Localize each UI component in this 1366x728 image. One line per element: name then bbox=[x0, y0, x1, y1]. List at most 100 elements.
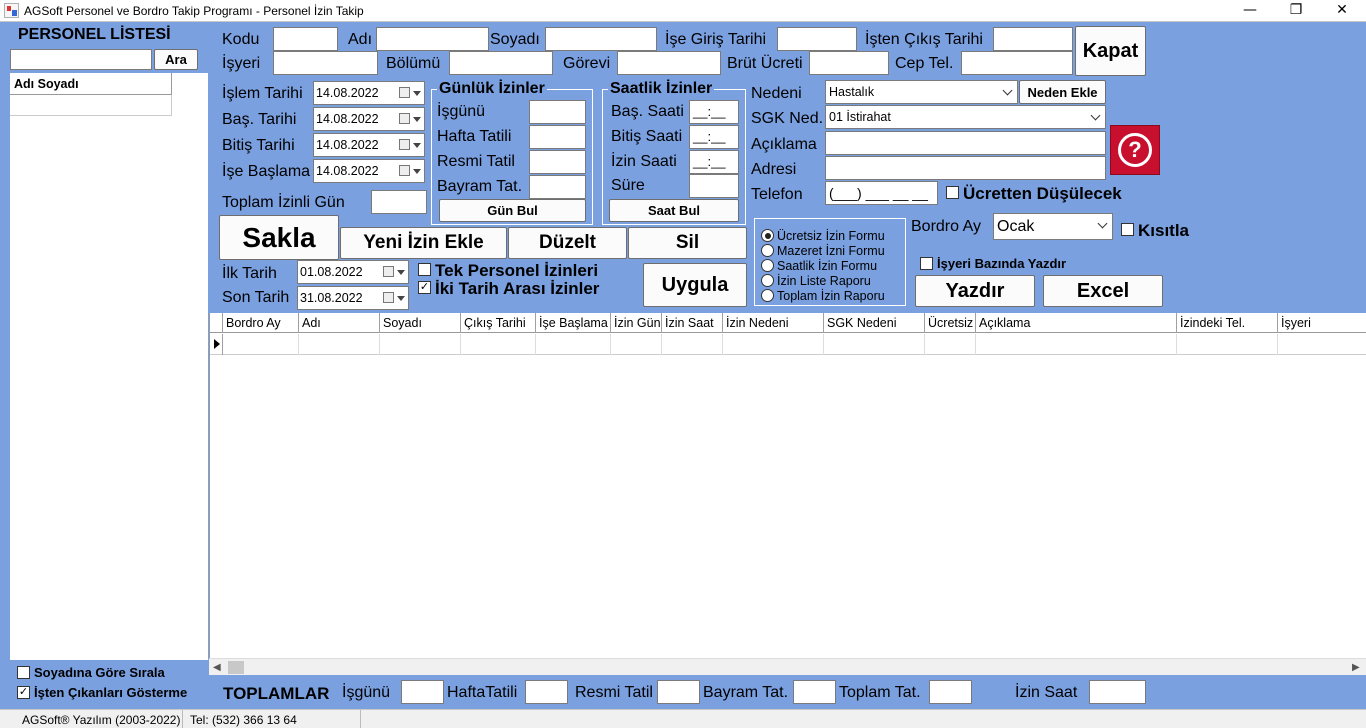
grid-col-header[interactable]: Çıkış Tarihi bbox=[461, 313, 536, 333]
yeni-izin-button[interactable]: Yeni İzin Ekle bbox=[340, 227, 507, 259]
cell-divider bbox=[975, 334, 976, 355]
sort-surname-checkbox[interactable] bbox=[17, 666, 30, 679]
bordro-ay-select[interactable]: Ocak bbox=[993, 213, 1113, 240]
tek-personel-checkbox[interactable] bbox=[418, 263, 431, 276]
grid-col-header[interactable]: İzindeki Tel. bbox=[1177, 313, 1278, 333]
izin-saati-input[interactable]: __:__ bbox=[689, 150, 739, 174]
list-item[interactable] bbox=[10, 95, 172, 116]
list-header-name[interactable]: Adı Soyadı bbox=[10, 73, 172, 95]
scroll-left-icon[interactable]: ◀ bbox=[213, 662, 221, 673]
iki-tarih-checkbox[interactable]: ✓ bbox=[418, 281, 431, 294]
close-button[interactable]: ✕ bbox=[1319, 0, 1365, 22]
help-button[interactable]: ? bbox=[1110, 125, 1160, 175]
radio-ucretsiz-izin[interactable] bbox=[761, 229, 774, 242]
son-tarih-picker[interactable]: 31.08.2022 bbox=[297, 286, 409, 310]
kapat-button[interactable]: Kapat bbox=[1075, 26, 1146, 76]
minimize-button[interactable]: — bbox=[1227, 0, 1273, 22]
ilk-tarih-picker[interactable]: 01.08.2022 bbox=[297, 260, 409, 284]
grid-col-header[interactable]: İzin Saat bbox=[662, 313, 723, 333]
horizontal-scrollbar[interactable]: ◀ ▶ bbox=[209, 658, 1366, 675]
excel-button[interactable]: Excel bbox=[1043, 275, 1163, 307]
bas-tarihi-picker[interactable]: 14.08.2022 bbox=[313, 107, 425, 131]
totals-resmi-tatil-input[interactable] bbox=[657, 680, 700, 704]
yazdir-button[interactable]: Yazdır bbox=[915, 275, 1035, 307]
grid-col-header[interactable]: Bordro Ay bbox=[223, 313, 299, 333]
totals-hafta-tatili-input[interactable] bbox=[525, 680, 568, 704]
grid-col-header[interactable]: İzin Gün bbox=[611, 313, 662, 333]
row-indicator bbox=[210, 334, 223, 355]
radio-mazeret-izni[interactable] bbox=[761, 244, 774, 257]
toplam-izinli-gun-input[interactable] bbox=[371, 190, 427, 214]
grid-col-header[interactable]: SGK Nedeni bbox=[824, 313, 925, 333]
isten-cikis-input[interactable] bbox=[993, 27, 1073, 51]
neden-ekle-button[interactable]: Neden Ekle bbox=[1019, 80, 1106, 104]
bitis-tarihi-picker[interactable]: 14.08.2022 bbox=[313, 133, 425, 157]
leave-grid[interactable]: Bordro Ay Adı Soyadı Çıkış Tarihi İşe Ba… bbox=[209, 313, 1366, 660]
adresi-input[interactable] bbox=[825, 156, 1106, 180]
grid-col-header[interactable]: Ücretsiz bbox=[925, 313, 976, 333]
search-button[interactable]: Ara bbox=[154, 49, 198, 70]
bayram-tat-input[interactable] bbox=[529, 175, 586, 199]
isyeri-input[interactable] bbox=[273, 51, 378, 75]
sure-input[interactable] bbox=[689, 174, 739, 198]
totals-izin-saat-input[interactable] bbox=[1089, 680, 1146, 704]
sgk-nedeni-label: SGK Ned. bbox=[751, 110, 824, 127]
uygula-button[interactable]: Uygula bbox=[643, 263, 747, 307]
bas-saati-input[interactable]: __:__ bbox=[689, 100, 739, 124]
ise-giris-label: İşe Giriş Tarihi bbox=[665, 31, 767, 48]
totals-isgunu-input[interactable] bbox=[401, 680, 444, 704]
cell-divider bbox=[535, 334, 536, 355]
bitis-saati-input[interactable]: __:__ bbox=[689, 125, 739, 149]
table-row[interactable] bbox=[210, 334, 1366, 355]
nedeni-select[interactable]: Hastalık bbox=[825, 80, 1018, 104]
sgk-nedeni-select[interactable]: 01 İstirahat bbox=[825, 105, 1106, 129]
totals-toplam-tat-input[interactable] bbox=[929, 680, 972, 704]
adi-input[interactable] bbox=[376, 27, 489, 51]
isgunu-input[interactable] bbox=[529, 100, 586, 124]
grid-col-header[interactable]: Adı bbox=[299, 313, 380, 333]
hide-leavers-checkbox[interactable]: ✓ bbox=[17, 686, 30, 699]
telefon-input[interactable]: (___) ___ __ __ bbox=[825, 181, 938, 205]
hafta-tatili-label: Hafta Tatili bbox=[437, 128, 512, 145]
calendar-icon bbox=[399, 113, 410, 124]
hafta-tatili-input[interactable] bbox=[529, 125, 586, 149]
gorevi-input[interactable] bbox=[617, 51, 721, 75]
scroll-right-icon[interactable]: ▶ bbox=[1352, 662, 1360, 673]
aciklama-input[interactable] bbox=[825, 131, 1106, 155]
ucretten-checkbox[interactable] bbox=[946, 186, 959, 199]
scroll-thumb[interactable] bbox=[228, 661, 244, 674]
soyadi-input[interactable] bbox=[545, 27, 657, 51]
izin-saati-label: İzin Saati bbox=[611, 153, 677, 170]
cep-tel-input[interactable] bbox=[961, 51, 1073, 75]
radio-toplam-izin[interactable] bbox=[761, 289, 774, 302]
isyeri-bazinda-checkbox[interactable] bbox=[920, 257, 933, 270]
totals-bayram-tat-input[interactable] bbox=[793, 680, 836, 704]
personnel-search-input[interactable] bbox=[10, 49, 152, 70]
totals-izin-saat-label: İzin Saat bbox=[1015, 684, 1078, 701]
gun-bul-button[interactable]: Gün Bul bbox=[439, 199, 586, 222]
ise-giris-input[interactable] bbox=[777, 27, 857, 51]
brut-ucret-input[interactable] bbox=[809, 51, 889, 75]
islem-tarihi-picker[interactable]: 14.08.2022 bbox=[313, 81, 425, 105]
sil-button[interactable]: Sil bbox=[628, 227, 747, 259]
grid-col-header[interactable]: İşe Başlama bbox=[536, 313, 611, 333]
radio-saatlik-izin-label: Saatlik İzin Formu bbox=[777, 259, 878, 273]
radio-saatlik-izin[interactable] bbox=[761, 259, 774, 272]
kisitla-checkbox[interactable] bbox=[1121, 223, 1134, 236]
kodu-input[interactable] bbox=[273, 27, 338, 51]
grid-col-header[interactable]: İzin Nedeni bbox=[723, 313, 824, 333]
telefon-label: Telefon bbox=[751, 186, 803, 203]
bolumu-input[interactable] bbox=[449, 51, 553, 75]
resmi-tatil-input[interactable] bbox=[529, 150, 586, 174]
duzelt-button[interactable]: Düzelt bbox=[508, 227, 627, 259]
sakla-button[interactable]: Sakla bbox=[219, 215, 339, 260]
restore-button[interactable]: ❐ bbox=[1273, 0, 1319, 22]
grid-col-header[interactable]: İşyeri bbox=[1278, 313, 1366, 333]
ise-baslama-picker[interactable]: 14.08.2022 bbox=[313, 159, 425, 183]
radio-izin-liste[interactable] bbox=[761, 274, 774, 287]
saat-bul-button[interactable]: Saat Bul bbox=[609, 199, 739, 222]
grid-col-header[interactable]: Açıklama bbox=[976, 313, 1177, 333]
personnel-list[interactable]: Adı Soyadı bbox=[10, 73, 208, 660]
grid-col-header[interactable]: Soyadı bbox=[380, 313, 461, 333]
hide-leavers-label: İşten Çıkanları Gösterme bbox=[34, 685, 188, 700]
